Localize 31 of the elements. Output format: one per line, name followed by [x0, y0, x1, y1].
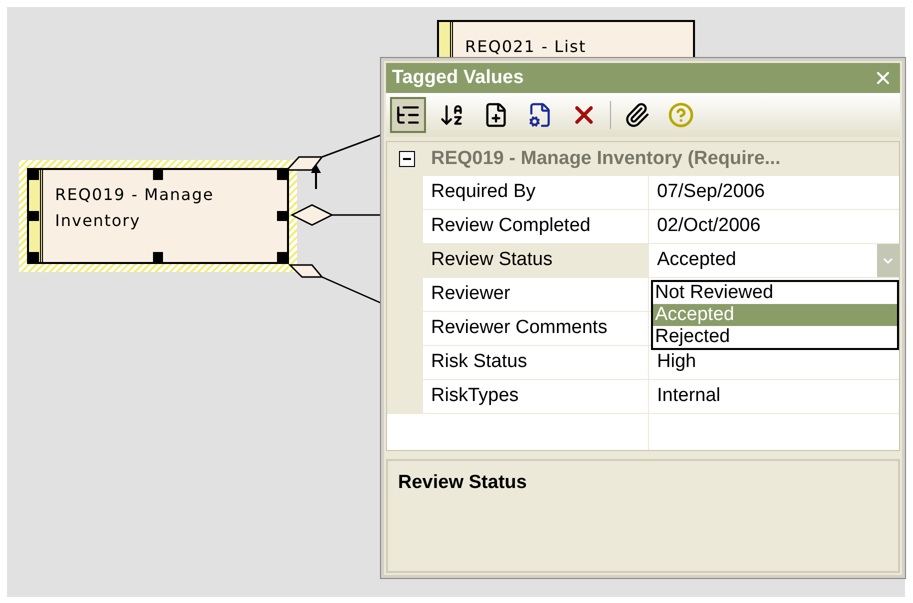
category-row[interactable]: REQ019 - Manage Inventory (Require...	[387, 142, 899, 176]
resize-handle[interactable]	[277, 170, 287, 180]
categorized-button[interactable]	[390, 97, 426, 133]
dropdown-button[interactable]	[877, 244, 899, 277]
element-label: REQ019 - Manage Inventory	[55, 184, 215, 232]
property-name[interactable]: Reviewer Comments	[423, 312, 649, 346]
dropdown-option[interactable]: Rejected	[653, 326, 897, 348]
description-title: Review Status	[398, 472, 527, 493]
resize-handle[interactable]	[277, 252, 287, 262]
resize-handle[interactable]	[277, 211, 287, 221]
property-value[interactable]: High	[649, 348, 704, 377]
property-name[interactable]: RiskTypes	[423, 380, 649, 414]
help-icon	[668, 102, 694, 128]
property-name[interactable]: Reviewer	[423, 278, 649, 312]
property-name[interactable]: Required By	[423, 176, 649, 210]
arrow-up-icon	[311, 164, 321, 189]
resize-handle[interactable]	[29, 211, 39, 221]
element-label: REQ021 - List	[465, 36, 586, 58]
collapse-icon[interactable]	[399, 151, 415, 167]
property-name[interactable]: Risk Status	[423, 346, 649, 380]
window-title: Tagged Values	[392, 66, 524, 90]
properties-icon	[527, 102, 553, 128]
property-name[interactable]: Review Completed	[423, 210, 649, 244]
category-label: REQ019 - Manage Inventory (Require...	[431, 146, 780, 171]
resize-handle[interactable]	[29, 170, 39, 180]
resize-handle[interactable]	[153, 170, 163, 180]
dropdown-option[interactable]: Not Reviewed	[653, 282, 897, 304]
paperclip-icon	[624, 102, 650, 128]
requirement-element[interactable]: REQ019 - Manage Inventory	[19, 160, 297, 272]
resize-handle[interactable]	[29, 252, 39, 262]
resize-handle[interactable]	[153, 252, 163, 262]
